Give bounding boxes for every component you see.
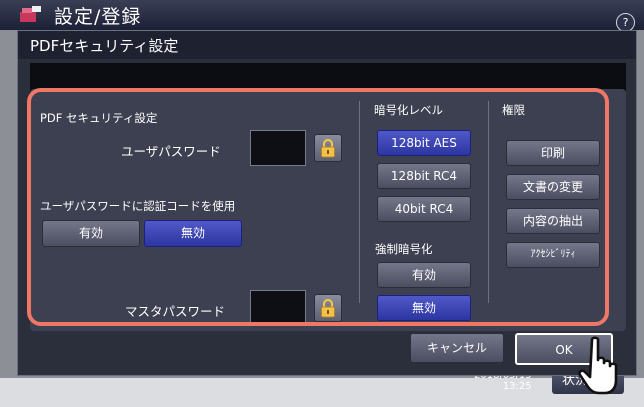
encryption-40bit-rc4-button[interactable]: 40bit RC4	[377, 196, 471, 222]
permission-modify-button[interactable]: 文書の変更	[506, 174, 600, 200]
encryption-level-title: 暗号化レベル	[374, 103, 443, 117]
cancel-button[interactable]: キャンセル	[410, 333, 504, 363]
pdf-security-label: PDF セキュリティ設定	[40, 111, 158, 125]
permission-print-button[interactable]: 印刷	[506, 140, 600, 166]
lock-icon	[321, 298, 335, 318]
time-text: 13:25	[502, 381, 532, 392]
force-encryption-title: 強制暗号化	[375, 242, 433, 256]
master-password-label: マスタパスワード	[125, 304, 226, 319]
auth-code-enable-button[interactable]: 有効	[42, 220, 140, 247]
user-password-label: ユーザパスワード	[121, 144, 221, 159]
divider	[359, 101, 360, 303]
master-password-lock-button[interactable]	[314, 294, 342, 322]
encryption-128bit-aes-button[interactable]: 128bit AES	[377, 130, 471, 156]
hand-pointer-icon	[578, 336, 628, 402]
force-encryption-enable-button[interactable]: 有効	[377, 262, 471, 288]
permissions-title: 権限	[502, 103, 525, 117]
dialog-title: PDFセキュリティ設定	[30, 37, 179, 55]
screen: 設定/登録 ? 2018/05/15 13:25 状況確認 PDFセキュリティ設…	[0, 0, 644, 407]
logo-icon	[18, 4, 44, 24]
permission-extract-button[interactable]: 内容の抽出	[506, 208, 600, 234]
dialog-title-bar: PDFセキュリティ設定	[18, 31, 636, 59]
use-auth-code-label: ユーザパスワードに認証コードを使用	[40, 199, 236, 213]
master-password-field[interactable]	[250, 290, 306, 326]
app-title: 設定/登録	[54, 6, 142, 28]
user-password-lock-button[interactable]	[314, 134, 342, 162]
app-footer	[0, 378, 644, 407]
user-password-field[interactable]	[250, 130, 306, 166]
pdf-security-dialog: PDFセキュリティ設定 PDF セキュリティ設定 ユーザパスワード ユーザパスワ…	[17, 30, 637, 376]
encryption-128bit-rc4-button[interactable]: 128bit RC4	[377, 163, 471, 189]
content-panel: PDF セキュリティ設定 ユーザパスワード ユーザパスワードに認証コードを使用 …	[30, 89, 626, 331]
divider	[488, 101, 489, 303]
message-bar	[30, 63, 626, 92]
lock-icon	[321, 138, 335, 158]
permission-accessibility-button[interactable]: ｱｸｾｼﾋﾞﾘﾃｨ	[506, 242, 600, 268]
auth-code-disable-button[interactable]: 無効	[144, 220, 242, 247]
force-encryption-disable-button[interactable]: 無効	[377, 295, 471, 321]
